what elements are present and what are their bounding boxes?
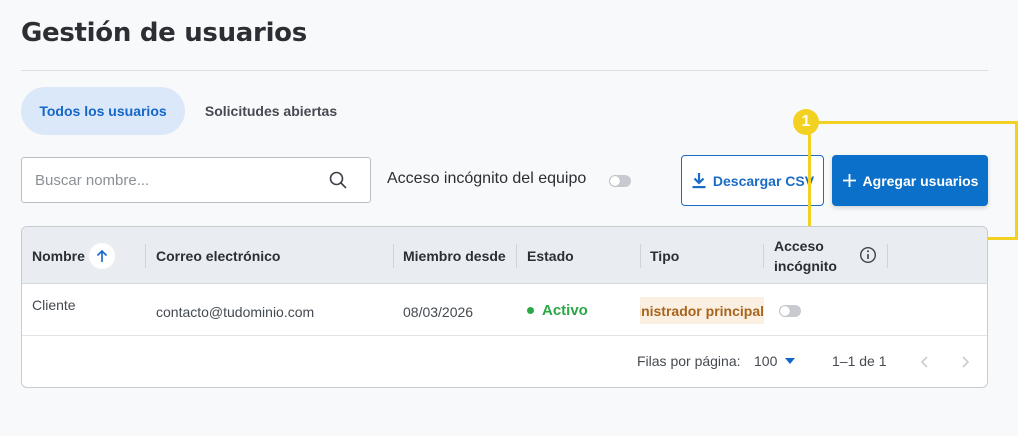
tab-all-users[interactable]: Todos los usuarios: [21, 87, 185, 135]
tab-open-requests[interactable]: Solicitudes abiertas: [190, 87, 352, 135]
search-icon[interactable]: [328, 170, 348, 190]
status-dot-icon: [527, 307, 534, 314]
column-header-member-since[interactable]: Miembro desde: [403, 227, 506, 284]
column-header-name[interactable]: Nombre: [32, 227, 115, 284]
team-incognito-toggle[interactable]: [609, 175, 631, 187]
column-header-type[interactable]: Tipo: [650, 227, 679, 284]
status-badge: Activo: [527, 302, 588, 319]
rows-per-page-label: Filas por página:: [637, 353, 741, 369]
column-separator: [640, 244, 641, 268]
column-header-email[interactable]: Correo electrónico: [156, 227, 280, 284]
cell-email: contacto@tudominio.com: [156, 304, 315, 320]
page-title: Gestión de usuarios: [21, 18, 307, 48]
table-header: Nombre Correo electrónico Miembro desde …: [22, 227, 987, 284]
team-incognito-label: Acceso incógnito del equipo: [387, 170, 587, 187]
arrow-up-icon: [96, 249, 107, 262]
add-users-button[interactable]: Agregar usuarios: [832, 155, 988, 206]
search-input[interactable]: [22, 158, 328, 202]
add-users-label: Agregar usuarios: [862, 172, 979, 189]
plus-icon: [842, 174, 856, 187]
sort-button[interactable]: [88, 242, 115, 269]
type-badge: Administrador principal: [640, 297, 764, 324]
caret-down-icon: [785, 358, 796, 364]
chevron-left-icon[interactable]: [919, 355, 931, 369]
search-box: [21, 157, 371, 203]
cell-name: Cliente: [32, 297, 76, 313]
column-separator: [763, 244, 764, 268]
cell-member-since: 08/03/2026: [403, 304, 474, 320]
download-csv-button[interactable]: Descargar CSV: [681, 155, 824, 206]
users-table: Nombre Correo electrónico Miembro desde …: [21, 226, 988, 388]
column-separator: [393, 244, 394, 268]
download-icon: [692, 173, 706, 189]
column-header-incognito[interactable]: Acceso incógnito: [774, 227, 844, 284]
download-csv-label: Descargar CSV: [712, 172, 815, 189]
chevron-right-icon[interactable]: [959, 355, 971, 369]
rows-per-page-select[interactable]: 100: [754, 353, 796, 369]
info-icon[interactable]: [859, 246, 877, 264]
tutorial-step-badge: 1: [793, 109, 819, 135]
column-header-status[interactable]: Estado: [527, 227, 574, 284]
table-row[interactable]: Cliente contacto@tudominio.com 08/03/202…: [22, 284, 987, 336]
column-separator: [516, 244, 517, 268]
pagination-range: 1–1 de 1: [832, 353, 887, 369]
column-separator: [887, 244, 888, 268]
title-divider: [21, 70, 988, 71]
column-separator: [145, 244, 146, 268]
row-incognito-toggle[interactable]: [779, 305, 801, 317]
